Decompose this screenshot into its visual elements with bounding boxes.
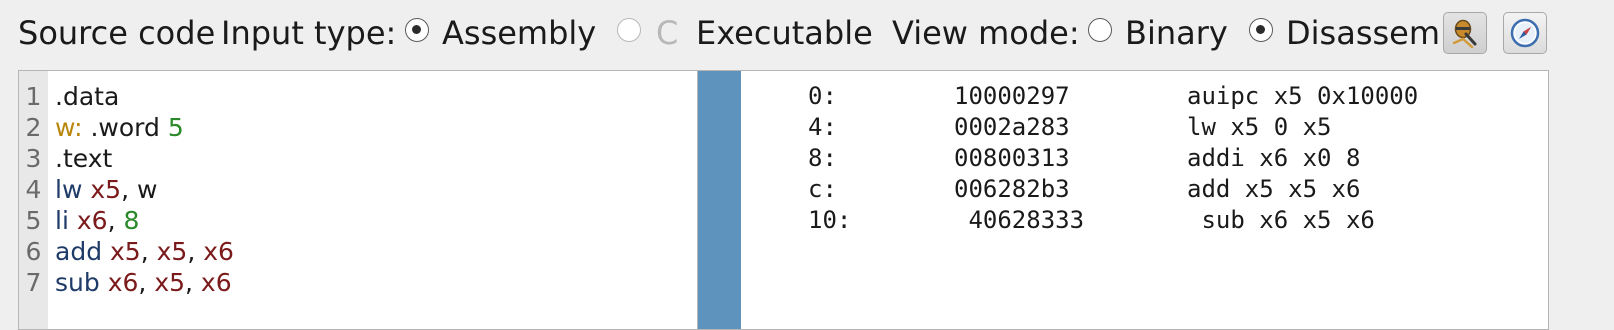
code-token-num: 5: [167, 113, 184, 142]
line-number: 6: [25, 237, 42, 266]
code-token-op: li: [55, 206, 69, 235]
debug-button[interactable]: [1443, 12, 1487, 54]
code-token-plain: ,: [138, 268, 155, 297]
code-text[interactable]: w: .word 5: [55, 112, 184, 143]
machine-code-cell: 006282b3: [954, 175, 1070, 203]
machine-code-cell: 40628333: [954, 206, 1085, 234]
code-text[interactable]: .text: [55, 143, 112, 174]
code-token-plain: .data: [55, 82, 120, 111]
instruction-cell: auipc x5 0x10000: [1187, 82, 1419, 110]
code-token-plain: ,: [140, 237, 157, 266]
c-radio[interactable]: [617, 18, 641, 42]
code-token-reg: x5: [90, 175, 122, 204]
code-token-plain: ,: [185, 268, 201, 297]
code-token-op: lw: [55, 175, 83, 204]
compass-button[interactable]: [1503, 12, 1547, 54]
disassembly-view[interactable]: 0: 10000297 auipc x5 0x10000 4: 0002a283 lw x…: [697, 70, 1549, 330]
instruction-cell: addi x6 x0 8: [1187, 144, 1361, 172]
code-token-reg: x6: [107, 268, 139, 297]
code-token-plain: .word: [82, 113, 168, 142]
line-number: 5: [25, 206, 42, 235]
code-token-num: 8: [123, 206, 140, 235]
disassembly-radio[interactable]: [1249, 18, 1273, 42]
address-cell: 10:: [808, 206, 852, 234]
code-token-plain: ,: [107, 206, 124, 235]
machine-code-cell: 00800313: [954, 144, 1070, 172]
source-code-label: Source code: [18, 14, 216, 52]
address-cell: 4:: [808, 113, 837, 141]
view-mode-label: View mode:: [892, 14, 1080, 52]
address-cell: 0:: [808, 82, 837, 110]
code-token-reg: x5: [156, 237, 188, 266]
binary-option-label[interactable]: Binary: [1125, 12, 1228, 54]
code-token-plain: , w: [121, 175, 158, 204]
code-token-plain: .text: [55, 144, 113, 173]
line-number: 2: [25, 113, 42, 142]
line-number: 4: [25, 175, 42, 204]
code-text[interactable]: .data: [55, 81, 119, 112]
disassembly-option-label[interactable]: Disassembly: [1286, 12, 1438, 54]
compass-icon: [1510, 18, 1540, 48]
c-option-label[interactable]: C: [656, 12, 678, 54]
instruction-cell: lw x5 0 x5: [1187, 113, 1332, 141]
instruction-cell: sub x6 x5 x6: [1187, 206, 1375, 234]
line-number: 3: [25, 144, 42, 173]
code-token-op: add: [55, 237, 103, 266]
debug-icon: [1452, 19, 1477, 49]
instruction-cell: add x5 x5 x6: [1187, 175, 1361, 203]
code-text[interactable]: li x6, 8: [55, 205, 139, 236]
input-type-label: Input type:: [221, 14, 397, 52]
source-editor[interactable]: 1 .data 2 w: .word 5 3 .text 4 lw x5, w 5 li x6, …: [18, 70, 708, 330]
code-text[interactable]: lw x5, w: [55, 174, 157, 205]
executable-option-label[interactable]: Executable: [696, 12, 880, 54]
code-token-reg: x6: [203, 237, 234, 266]
code-token-reg: x6: [200, 268, 232, 297]
code-text[interactable]: add x5, x5, x6: [55, 236, 234, 267]
code-token-label: w:: [55, 113, 83, 142]
code-token-op: sub: [55, 268, 100, 297]
code-token-reg: x5: [154, 268, 186, 297]
code-token-reg: x5: [110, 237, 141, 266]
machine-code-cell: 10000297: [954, 82, 1070, 110]
address-cell: c:: [808, 175, 837, 203]
line-number: 7: [25, 268, 42, 297]
code-token-reg: x6: [76, 206, 108, 235]
toolbar: Source code Input type: Assembly C Execu…: [0, 0, 1614, 68]
code-token-plain: ,: [187, 237, 204, 266]
binary-radio[interactable]: [1088, 18, 1112, 42]
disassembly-gutter-bar: [698, 71, 741, 329]
line-number: 1: [25, 82, 42, 111]
machine-code-cell: 0002a283: [954, 113, 1070, 141]
assembly-option-label[interactable]: Assembly: [442, 12, 596, 54]
address-cell: 8:: [808, 144, 837, 172]
code-text[interactable]: sub x6, x5, x6: [55, 267, 232, 298]
assembly-radio[interactable]: [405, 18, 429, 42]
